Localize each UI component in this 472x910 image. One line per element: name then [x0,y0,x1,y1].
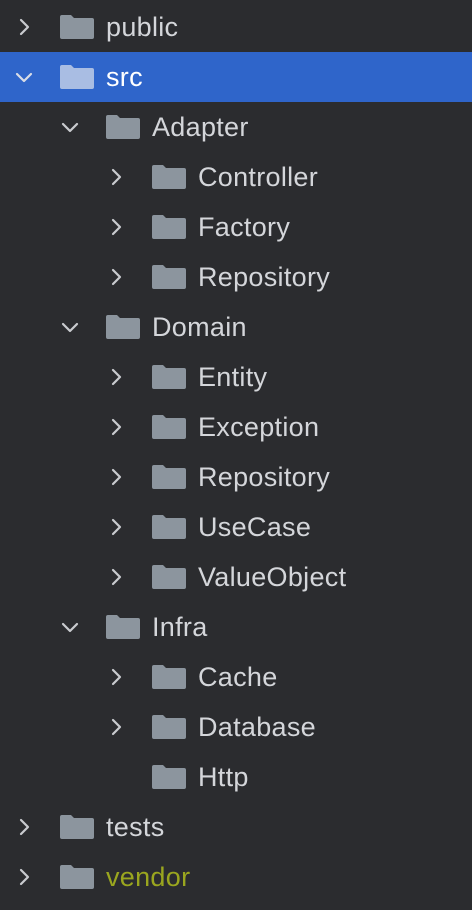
tree-item-label: tests [106,812,165,842]
chevron-right-icon[interactable] [14,817,34,837]
chevron-right-icon[interactable] [106,467,126,487]
folder-icon [106,115,140,139]
tree-item-label: Cache [198,662,278,692]
folder-icon [152,715,186,739]
tree-item-adapter[interactable]: Adapter [0,102,472,152]
tree-item-usecase[interactable]: UseCase [0,502,472,552]
tree-item-public[interactable]: public [0,2,472,52]
chevron-right-icon[interactable] [14,17,34,37]
folder-icon [106,315,140,339]
tree-item-label: src [106,62,143,92]
tree-item-label: vendor [106,862,191,892]
chevron-right-icon[interactable] [106,217,126,237]
chevron-right-icon[interactable] [106,567,126,587]
tree-item-label: Infra [152,612,208,642]
tree-item-infra[interactable]: Infra [0,602,472,652]
folder-icon [60,65,94,89]
tree-item-exception[interactable]: Exception [0,402,472,452]
chevron-down-icon[interactable] [14,67,34,87]
folder-icon [152,565,186,589]
tree-item-label: Domain [152,312,247,342]
tree-item-database[interactable]: Database [0,702,472,752]
tree-item-repository[interactable]: Repository [0,452,472,502]
chevron-right-icon[interactable] [106,717,126,737]
tree-item-repository[interactable]: Repository [0,252,472,302]
folder-icon [152,515,186,539]
tree-item-label: Http [198,762,249,792]
folder-icon [152,765,186,789]
chevron-down-icon[interactable] [60,117,80,137]
folder-icon [152,165,186,189]
tree-item-tests[interactable]: tests [0,802,472,852]
tree-item-label: Database [198,712,316,742]
folder-icon [152,215,186,239]
tree-item-label: public [106,12,179,42]
folder-icon [60,815,94,839]
tree-item-cache[interactable]: Cache [0,652,472,702]
folder-icon [60,865,94,889]
folder-icon [60,15,94,39]
tree-item-label: UseCase [198,512,312,542]
folder-icon [152,665,186,689]
tree-item-label: Factory [198,212,291,242]
chevron-down-icon[interactable] [60,617,80,637]
tree-item-vendor[interactable]: vendor [0,852,472,902]
tree-item-label: Adapter [152,112,249,142]
chevron-right-icon[interactable] [106,517,126,537]
tree-item-entity[interactable]: Entity [0,352,472,402]
chevron-down-icon[interactable] [60,317,80,337]
folder-icon [152,265,186,289]
folder-icon [152,365,186,389]
tree-item-src[interactable]: src [0,52,472,102]
project-tree: public src Adapter Controller Factory Re… [0,0,472,910]
tree-item-label: Repository [198,262,331,292]
tree-item-http[interactable]: Http [0,752,472,802]
chevron-right-icon[interactable] [106,667,126,687]
chevron-right-icon[interactable] [106,267,126,287]
tree-item-label: Exception [198,412,320,442]
tree-item-label: ValueObject [198,562,347,592]
tree-item-controller[interactable]: Controller [0,152,472,202]
folder-icon [152,415,186,439]
tree-item-label: Controller [198,162,319,192]
tree-item-label: Entity [198,362,268,392]
tree-item-valueobject[interactable]: ValueObject [0,552,472,602]
chevron-right-icon[interactable] [106,367,126,387]
tree-item-factory[interactable]: Factory [0,202,472,252]
tree-item-domain[interactable]: Domain [0,302,472,352]
chevron-right-icon[interactable] [106,167,126,187]
chevron-right-icon[interactable] [14,867,34,887]
folder-icon [152,465,186,489]
chevron-right-icon[interactable] [106,417,126,437]
folder-icon [106,615,140,639]
tree-item-label: Repository [198,462,331,492]
